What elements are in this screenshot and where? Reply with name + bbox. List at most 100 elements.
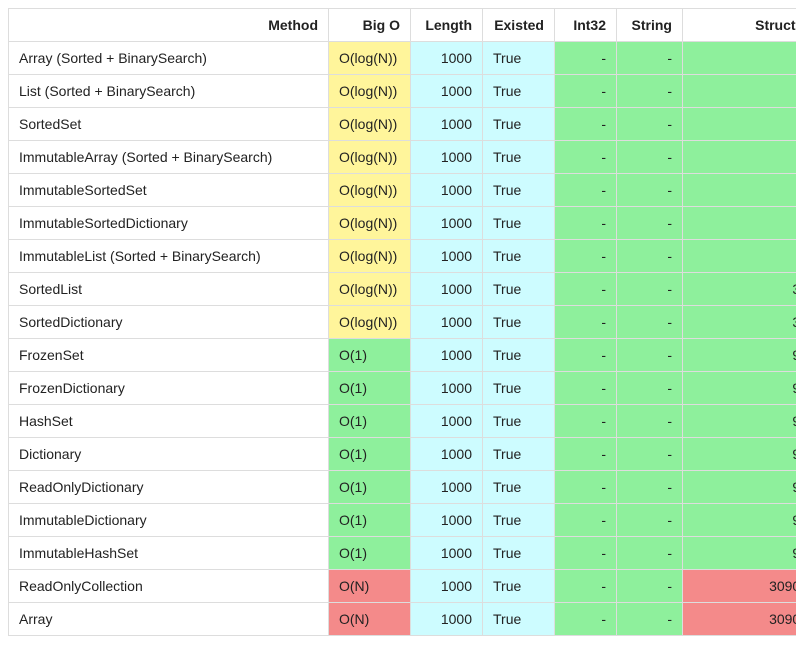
- cell-string: -: [617, 141, 683, 174]
- cell-length: 1000: [411, 141, 483, 174]
- cell-string: -: [617, 504, 683, 537]
- cell-structin: 96: [683, 537, 796, 570]
- cell-string: -: [617, 75, 683, 108]
- cell-method: ImmutableSortedDictionary: [9, 207, 329, 240]
- table-row: FrozenDictionaryO(1)1000True--96: [9, 372, 796, 405]
- cell-existed: True: [483, 240, 555, 273]
- cell-string: -: [617, 240, 683, 273]
- cell-int32: -: [555, 75, 617, 108]
- cell-existed: True: [483, 537, 555, 570]
- cell-existed: True: [483, 372, 555, 405]
- cell-existed: True: [483, 42, 555, 75]
- cell-length: 1000: [411, 537, 483, 570]
- cell-method: SortedSet: [9, 108, 329, 141]
- cell-bigo: O(log(N)): [329, 240, 411, 273]
- cell-int32: -: [555, 504, 617, 537]
- cell-existed: True: [483, 141, 555, 174]
- table-header: Method Big O Length Existed Int32 String…: [9, 9, 796, 42]
- cell-structin: -: [683, 75, 796, 108]
- cell-bigo: O(1): [329, 504, 411, 537]
- cell-method: SortedList: [9, 273, 329, 306]
- cell-bigo: O(1): [329, 405, 411, 438]
- cell-int32: -: [555, 207, 617, 240]
- table-row: SortedSetO(log(N))1000True---: [9, 108, 796, 141]
- cell-method: Array: [9, 603, 329, 636]
- cell-existed: True: [483, 339, 555, 372]
- cell-length: 1000: [411, 273, 483, 306]
- table-row: DictionaryO(1)1000True--96: [9, 438, 796, 471]
- col-header-length: Length: [411, 9, 483, 42]
- cell-structin: 96: [683, 471, 796, 504]
- table-row: ImmutableList (Sorted + BinarySearch)O(l…: [9, 240, 796, 273]
- cell-structin: 96: [683, 405, 796, 438]
- cell-existed: True: [483, 603, 555, 636]
- cell-int32: -: [555, 405, 617, 438]
- col-header-existed: Existed: [483, 9, 555, 42]
- cell-length: 1000: [411, 42, 483, 75]
- cell-structin: 96: [683, 339, 796, 372]
- cell-method: SortedDictionary: [9, 306, 329, 339]
- cell-int32: -: [555, 108, 617, 141]
- cell-existed: True: [483, 471, 555, 504]
- cell-int32: -: [555, 603, 617, 636]
- cell-bigo: O(1): [329, 537, 411, 570]
- cell-structin: 96: [683, 438, 796, 471]
- cell-method: ReadOnlyDictionary: [9, 471, 329, 504]
- cell-method: ImmutableArray (Sorted + BinarySearch): [9, 141, 329, 174]
- cell-structin: -: [683, 42, 796, 75]
- cell-structin: 96: [683, 372, 796, 405]
- cell-method: List (Sorted + BinarySearch): [9, 75, 329, 108]
- cell-int32: -: [555, 438, 617, 471]
- cell-existed: True: [483, 174, 555, 207]
- table-body: Array (Sorted + BinarySearch)O(log(N))10…: [9, 42, 796, 636]
- table-row: FrozenSetO(1)1000True--96: [9, 339, 796, 372]
- cell-bigo: O(log(N)): [329, 174, 411, 207]
- cell-method: ImmutableHashSet: [9, 537, 329, 570]
- cell-length: 1000: [411, 570, 483, 603]
- cell-int32: -: [555, 273, 617, 306]
- cell-length: 1000: [411, 174, 483, 207]
- cell-string: -: [617, 42, 683, 75]
- cell-bigo: O(log(N)): [329, 42, 411, 75]
- cell-method: Array (Sorted + BinarySearch): [9, 42, 329, 75]
- cell-bigo: O(log(N)): [329, 273, 411, 306]
- cell-length: 1000: [411, 240, 483, 273]
- cell-string: -: [617, 405, 683, 438]
- cell-existed: True: [483, 207, 555, 240]
- cell-existed: True: [483, 75, 555, 108]
- cell-existed: True: [483, 504, 555, 537]
- cell-method: FrozenDictionary: [9, 372, 329, 405]
- table-row: ImmutableDictionaryO(1)1000True--96: [9, 504, 796, 537]
- cell-method: FrozenSet: [9, 339, 329, 372]
- cell-bigo: O(1): [329, 372, 411, 405]
- cell-string: -: [617, 174, 683, 207]
- cell-structin: -: [683, 141, 796, 174]
- cell-structin: 32: [683, 306, 796, 339]
- cell-method: ReadOnlyCollection: [9, 570, 329, 603]
- cell-bigo: O(1): [329, 438, 411, 471]
- cell-method: Dictionary: [9, 438, 329, 471]
- cell-bigo: O(log(N)): [329, 75, 411, 108]
- cell-bigo: O(log(N)): [329, 108, 411, 141]
- table-row: ImmutableSortedSetO(log(N))1000True---: [9, 174, 796, 207]
- cell-length: 1000: [411, 405, 483, 438]
- cell-string: -: [617, 570, 683, 603]
- table-row: ImmutableSortedDictionaryO(log(N))1000Tr…: [9, 207, 796, 240]
- cell-length: 1000: [411, 372, 483, 405]
- cell-string: -: [617, 108, 683, 141]
- cell-existed: True: [483, 108, 555, 141]
- col-header-bigo: Big O: [329, 9, 411, 42]
- table-row: ReadOnlyCollectionO(N)1000True--30901: [9, 570, 796, 603]
- col-header-string: String: [617, 9, 683, 42]
- cell-bigo: O(log(N)): [329, 306, 411, 339]
- cell-existed: True: [483, 570, 555, 603]
- table-row: ArrayO(N)1000True--30901: [9, 603, 796, 636]
- cell-string: -: [617, 603, 683, 636]
- table-header-row: Method Big O Length Existed Int32 String…: [9, 9, 796, 42]
- cell-int32: -: [555, 570, 617, 603]
- table-row: SortedDictionaryO(log(N))1000True--32: [9, 306, 796, 339]
- col-header-int32: Int32: [555, 9, 617, 42]
- cell-int32: -: [555, 471, 617, 504]
- cell-existed: True: [483, 306, 555, 339]
- cell-string: -: [617, 438, 683, 471]
